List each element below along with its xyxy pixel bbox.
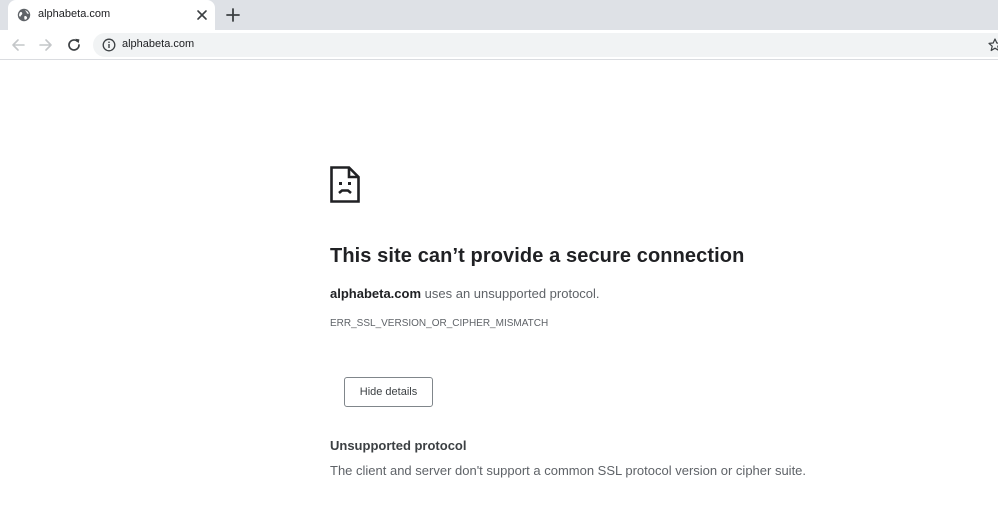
- sad-document-icon: [330, 166, 360, 203]
- error-description: alphabeta.com uses an unsupported protoc…: [330, 286, 600, 301]
- url-text[interactable]: alphabeta.com: [122, 38, 194, 50]
- hide-details-button[interactable]: Hide details: [344, 377, 433, 407]
- error-page: This site can’t provide a secure connect…: [0, 61, 998, 522]
- forward-arrow-icon[interactable]: [38, 37, 54, 53]
- error-title: This site can’t provide a secure connect…: [330, 245, 745, 267]
- back-arrow-icon[interactable]: [10, 37, 26, 53]
- details-text: The client and server don't support a co…: [330, 463, 807, 478]
- tab-strip: alphabeta.com: [0, 0, 998, 30]
- star-icon[interactable]: [988, 38, 998, 52]
- error-host: alphabeta.com: [330, 286, 422, 301]
- close-icon[interactable]: [194, 7, 210, 23]
- error-code: ERR_SSL_VERSION_OR_CIPHER_MISMATCH: [330, 318, 549, 329]
- info-icon[interactable]: [102, 38, 116, 52]
- details-heading: Unsupported protocol: [330, 438, 467, 453]
- plus-icon[interactable]: [225, 7, 241, 23]
- reload-icon[interactable]: [66, 37, 82, 53]
- browser-toolbar: alphabeta.com: [0, 30, 998, 60]
- globe-icon: [17, 8, 31, 22]
- browser-tab[interactable]: alphabeta.com: [8, 0, 215, 30]
- address-bar[interactable]: alphabeta.com: [93, 33, 998, 57]
- tab-title: alphabeta.com: [38, 8, 111, 20]
- error-description-text: uses an unsupported protocol.: [421, 286, 600, 301]
